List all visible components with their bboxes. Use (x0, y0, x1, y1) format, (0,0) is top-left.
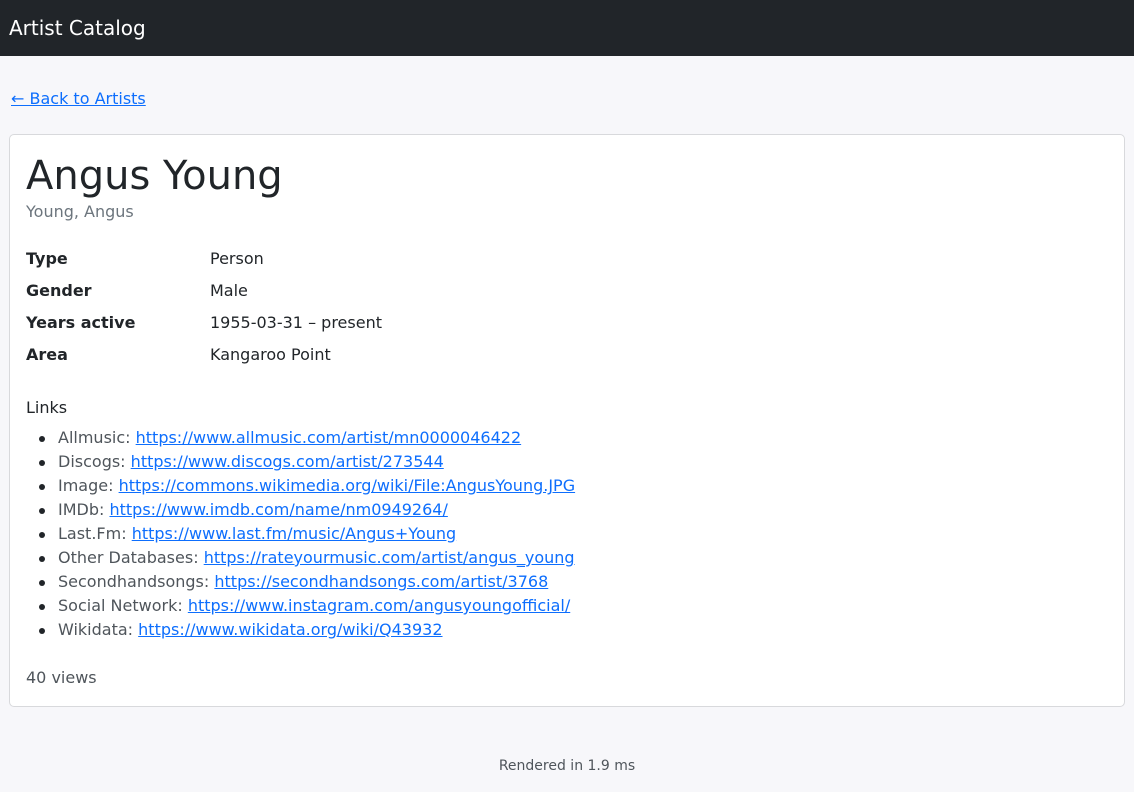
bullet-icon (39, 628, 45, 634)
link-url-other-databases[interactable]: https://rateyourmusic.com/artist/angus_y… (204, 548, 575, 567)
links-heading: Links (26, 398, 68, 417)
link-site-label: Secondhandsongs: (58, 572, 210, 591)
bullet-icon (39, 532, 45, 538)
artist-sort-name: Young, Angus (26, 202, 134, 221)
link-url-imdb[interactable]: https://www.imdb.com/name/nm0949264/ (109, 500, 447, 519)
bullet-icon (39, 436, 45, 442)
bullet-icon (39, 580, 45, 586)
link-url-discogs[interactable]: https://www.discogs.com/artist/273544 (131, 452, 444, 471)
link-item-social-network: Social Network: https://www.instagram.co… (26, 595, 575, 619)
link-site-label: IMDb: (58, 500, 105, 519)
view-count: 40 views (26, 668, 97, 687)
attr-value-type: Person (210, 249, 264, 268)
artist-card: Angus Young Young, Angus Type Person Gen… (9, 134, 1125, 707)
attr-label-type: Type (26, 249, 68, 268)
link-site-label: Social Network: (58, 596, 183, 615)
link-site-label: Wikidata: (58, 620, 134, 639)
link-site-label: Other Databases: (58, 548, 199, 567)
link-item-imdb: IMDb: https://www.imdb.com/name/nm094926… (26, 499, 575, 523)
link-item-other-databases: Other Databases: https://rateyourmusic.c… (26, 547, 575, 571)
link-url-wikidata[interactable]: https://www.wikidata.org/wiki/Q43932 (138, 620, 442, 639)
brand-link[interactable]: Artist Catalog (9, 14, 146, 42)
back-to-artists-link[interactable]: ← Back to Artists (11, 88, 146, 110)
bullet-icon (39, 556, 45, 562)
bullet-icon (39, 460, 45, 466)
attr-value-gender: Male (210, 281, 248, 300)
render-time-footer: Rendered in 1.9 ms (498, 758, 636, 774)
attr-label-years-active: Years active (26, 313, 136, 332)
link-site-label: Allmusic: (58, 428, 131, 447)
artist-name: Angus Young (26, 153, 283, 199)
link-url-lastfm[interactable]: https://www.last.fm/music/Angus+Young (132, 524, 456, 543)
links-list: Allmusic: https://www.allmusic.com/artis… (26, 427, 575, 643)
link-item-discogs: Discogs: https://www.discogs.com/artist/… (26, 451, 575, 475)
link-site-label: Image: (58, 476, 114, 495)
link-item-secondhandsongs: Secondhandsongs: https://secondhandsongs… (26, 571, 575, 595)
top-navbar: Artist Catalog (0, 0, 1134, 56)
attr-value-area: Kangaroo Point (210, 345, 331, 364)
bullet-icon (39, 604, 45, 610)
link-item-wikidata: Wikidata: https://www.wikidata.org/wiki/… (26, 619, 575, 643)
attr-value-years-active: 1955-03-31 – present (210, 313, 382, 332)
attr-label-gender: Gender (26, 281, 92, 300)
link-site-label: Last.Fm: (58, 524, 127, 543)
link-url-social-network[interactable]: https://www.instagram.com/angusyoungoffi… (188, 596, 570, 615)
link-site-label: Discogs: (58, 452, 126, 471)
bullet-icon (39, 508, 45, 514)
link-url-allmusic[interactable]: https://www.allmusic.com/artist/mn000004… (136, 428, 522, 447)
link-url-secondhandsongs[interactable]: https://secondhandsongs.com/artist/3768 (214, 572, 548, 591)
link-item-allmusic: Allmusic: https://www.allmusic.com/artis… (26, 427, 575, 451)
link-item-lastfm: Last.Fm: https://www.last.fm/music/Angus… (26, 523, 575, 547)
bullet-icon (39, 484, 45, 490)
attr-label-area: Area (26, 345, 68, 364)
link-url-image[interactable]: https://commons.wikimedia.org/wiki/File:… (119, 476, 576, 495)
link-item-image: Image: https://commons.wikimedia.org/wik… (26, 475, 575, 499)
